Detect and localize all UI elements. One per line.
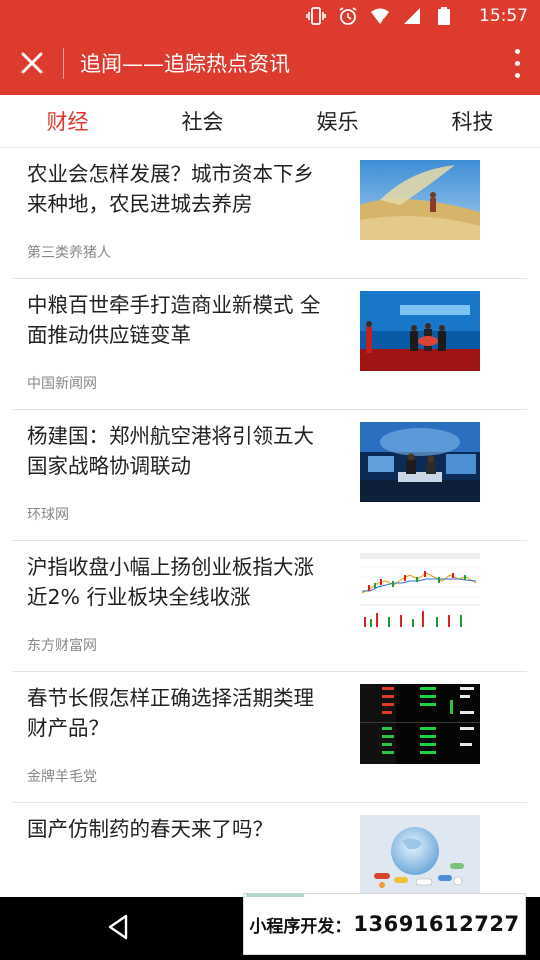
- battery-icon: [434, 6, 454, 26]
- promo-banner[interactable]: 小程序开发： 13691612727: [243, 893, 526, 955]
- news-item[interactable]: 农业会怎样发展？城市资本下乡来种地，农民进城去养房 第三类养猪人: [13, 148, 527, 279]
- status-time: 15:57: [479, 6, 528, 26]
- news-item[interactable]: 杨建国：郑州航空港将引领五大国家战略协调联动 环球网: [13, 410, 527, 541]
- alarm-icon: [338, 6, 358, 26]
- news-source: 金牌羊毛党: [27, 769, 97, 785]
- vibrate-icon: [306, 6, 326, 26]
- news-source: 环球网: [27, 507, 69, 523]
- news-item[interactable]: 中粮百世牵手打造商业新模式 全面推动供应链变革 中国新闻网: [13, 279, 527, 410]
- tab-entertainment[interactable]: 娱乐: [270, 95, 405, 147]
- close-button[interactable]: [14, 45, 50, 81]
- stock-quote-screen-photo: [360, 684, 480, 764]
- news-title: 沪指收盘小幅上扬创业板指大涨近2% 行业板块全线收涨: [27, 555, 314, 609]
- back-button[interactable]: [104, 912, 134, 942]
- news-title: 国产仿制药的春天来了吗？: [27, 817, 273, 841]
- news-source: 中国新闻网: [27, 376, 97, 392]
- status-bar: 15:57: [0, 0, 540, 32]
- news-title: 中粮百世牵手打造商业新模式 全面推动供应链变革: [27, 293, 321, 347]
- title-divider: [63, 48, 64, 79]
- status-icons: [306, 6, 454, 26]
- promo-phone: 13691612727: [353, 912, 520, 936]
- tab-finance[interactable]: 财经: [0, 95, 135, 147]
- news-thumbnail: [360, 160, 480, 240]
- app-bar: 追闻——追踪热点资讯: [0, 32, 540, 95]
- signal-icon: [402, 6, 422, 26]
- news-source: 东方财富网: [27, 638, 97, 654]
- press-conference-photo: [360, 291, 480, 371]
- news-title: 农业会怎样发展？城市资本下乡来种地，农民进城去养房: [27, 162, 314, 216]
- news-thumbnail: [360, 553, 480, 633]
- grain-photo: [360, 160, 480, 240]
- tab-society[interactable]: 社会: [135, 95, 270, 147]
- category-tabs: 财经 社会 娱乐 科技: [0, 95, 540, 148]
- news-thumbnail: [360, 291, 480, 371]
- promo-label: 小程序开发：: [249, 916, 352, 937]
- news-thumbnail: [360, 815, 480, 895]
- medicine-globe-photo: [360, 815, 480, 895]
- news-list: 农业会怎样发展？城市资本下乡来种地，农民进城去养房 第三类养猪人 中粮百世牵手打…: [0, 148, 540, 934]
- more-button[interactable]: [510, 47, 524, 81]
- stock-chart-photo: [360, 553, 480, 633]
- tab-technology[interactable]: 科技: [405, 95, 540, 147]
- page-title: 追闻——追踪热点资讯: [80, 52, 290, 76]
- back-triangle-icon: [108, 914, 128, 940]
- more-vertical-icon: [515, 49, 520, 54]
- close-icon: [21, 52, 43, 74]
- news-item[interactable]: 沪指收盘小幅上扬创业板指大涨近2% 行业板块全线收涨 东方财富网: [13, 541, 527, 672]
- wifi-icon: [370, 6, 390, 26]
- news-title: 春节长假怎样正确选择活期类理财产品？: [27, 686, 314, 740]
- promo-edge: [246, 893, 304, 897]
- tv-studio-photo: [360, 422, 480, 502]
- news-title: 杨建国：郑州航空港将引领五大国家战略协调联动: [27, 424, 314, 478]
- news-thumbnail: [360, 422, 480, 502]
- news-thumbnail: [360, 684, 480, 764]
- news-source: 第三类养猪人: [27, 245, 111, 261]
- news-item[interactable]: 春节长假怎样正确选择活期类理财产品？ 金牌羊毛党: [13, 672, 527, 803]
